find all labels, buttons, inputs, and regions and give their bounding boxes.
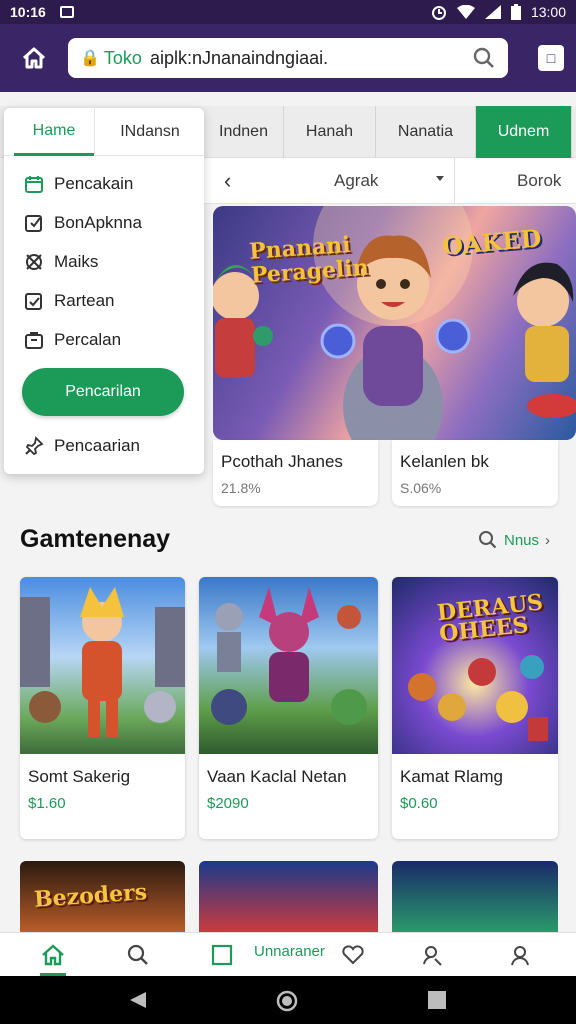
nav-favorites[interactable] [333, 939, 373, 971]
status-bar: 10:16 13:00 [0, 0, 576, 24]
tabs-icon: □ [546, 50, 556, 66]
filter-bar: ‹ Agrak Borok [200, 158, 576, 204]
category-tab[interactable]: Indnen [204, 106, 284, 158]
nav-friends[interactable] [413, 939, 453, 971]
nav-library[interactable] [202, 939, 242, 971]
heart-icon [342, 945, 364, 965]
dropdown-item[interactable]: BonApknna [24, 210, 142, 236]
promo-name: Kelanlen bk [400, 452, 489, 471]
section-more-label: Nnus [504, 531, 540, 549]
bottom-navigation: Unnaraner [0, 932, 576, 977]
game-artwork [20, 577, 185, 754]
caret-down-icon[interactable] [436, 176, 444, 181]
category-tab[interactable]: Nanatia [376, 106, 476, 158]
url-prefix: Toko [103, 47, 142, 68]
user-search-icon [423, 946, 442, 966]
dropdown-item[interactable]: Percalan [24, 327, 121, 353]
tag-icon [26, 254, 42, 270]
game-price: $1.60 [28, 795, 66, 812]
promo-name: Pcothah Jhanes [221, 452, 343, 471]
nav-profile[interactable] [500, 939, 540, 971]
square-icon [211, 944, 233, 966]
nav-search[interactable] [118, 939, 158, 971]
dropdown-tab-active[interactable]: Hame [14, 108, 94, 156]
promo-card[interactable]: Pcothah Jhanes 21.8% [213, 440, 378, 506]
game-artwork: DERAUS OHEES [392, 577, 558, 754]
edit-icon [25, 215, 42, 232]
alarm-icon [431, 6, 446, 20]
dropdown-tab-divider [94, 108, 95, 156]
battery-icon [510, 4, 521, 20]
dropdown-footer-item[interactable]: Pencaarian [24, 433, 140, 459]
dropdown-item[interactable]: Maiks [24, 249, 98, 275]
search-icon [479, 531, 497, 549]
game-card-partial[interactable] [199, 861, 378, 936]
bag-icon [25, 332, 43, 349]
game-name: Kamat Rlamg [400, 767, 503, 786]
game-artwork [199, 577, 378, 754]
game-name: Somt Sakerig [28, 767, 131, 786]
wifi-icon [456, 5, 475, 19]
dropdown-item-label: BonApknna [54, 213, 142, 232]
home-icon [22, 47, 46, 69]
game-name: Vaan Kaclal Netan [207, 767, 347, 786]
game-price: $2090 [207, 795, 249, 812]
game-card-partial[interactable] [392, 861, 558, 936]
game-card[interactable]: DERAUS OHEES Kamat Rlamg $0.60 [392, 577, 558, 839]
dropdown-item-label: Pencakain [54, 174, 134, 193]
section-more-link[interactable]: Nnus › [478, 530, 550, 550]
notification-icon [59, 6, 74, 18]
filter-divider [454, 158, 455, 204]
pin-icon [25, 436, 44, 456]
tabs-button[interactable]: □ [538, 45, 564, 71]
lock-icon: 🔒 [80, 50, 100, 67]
home-icon [42, 944, 64, 966]
back-icon[interactable] [128, 990, 148, 1010]
home-button[interactable] [12, 36, 56, 80]
dropdown-menu: Hame INdansn Pencakain BonApknna Maiks R… [4, 108, 204, 474]
profile-icon [511, 946, 529, 966]
dropdown-item-label: Percalan [54, 330, 122, 349]
dropdown-tab[interactable]: INdansn [96, 108, 204, 156]
game-price: $0.60 [400, 795, 438, 812]
status-time: 10:16 [10, 4, 46, 20]
game-art-title: Bezoders [33, 879, 148, 913]
address-bar[interactable]: 🔒 Toko aiplk:nJnanaindngiaai. [68, 38, 508, 78]
system-navigation [0, 976, 576, 1024]
promo-meta: S.06% [400, 480, 442, 496]
game-card[interactable]: Somt Sakerig $1.60 [20, 577, 185, 839]
status-time-right: 13:00 [530, 4, 566, 20]
search-icon[interactable] [472, 46, 496, 70]
filter-right-button[interactable]: Borok [517, 171, 561, 191]
category-tab-active[interactable]: Udnem [476, 106, 572, 158]
nav-home[interactable] [33, 939, 73, 971]
chevron-right-icon: › [545, 531, 551, 549]
home-circle-icon[interactable] [276, 990, 298, 1012]
browser-toolbar: 🔒 Toko aiplk:nJnanaindngiaai. □ [0, 24, 576, 92]
dropdown-primary-button[interactable]: Pencarilan [22, 368, 184, 416]
dropdown-item-label: Rartean [54, 291, 115, 310]
recents-icon[interactable] [427, 990, 447, 1010]
section-title: Gamtenenay [20, 525, 171, 553]
signal-icon [484, 5, 501, 19]
game-card[interactable]: Vaan Kaclal Netan $2090 [199, 577, 378, 839]
dropdown-tabs: Hame INdansn [4, 108, 204, 156]
dropdown-footer-label: Pencaarian [54, 436, 141, 455]
nav-active-label[interactable]: Unnaraner [254, 943, 325, 960]
hero-title-left: Pnanani Peragelin [248, 231, 370, 289]
search-icon [127, 944, 148, 965]
category-tab[interactable]: Hanah [284, 106, 376, 158]
calendar-icon [25, 176, 43, 193]
sort-dropdown[interactable]: Agrak [334, 171, 378, 191]
dropdown-item[interactable]: Pencakain [24, 171, 133, 197]
promo-card[interactable]: Kelanlen bk S.06% [392, 440, 558, 506]
dropdown-item[interactable]: Rartean [24, 288, 114, 314]
promo-meta: 21.8% [221, 480, 261, 496]
chevron-left-icon[interactable]: ‹ [224, 168, 231, 194]
checkbox-icon [25, 293, 42, 310]
url-text: aiplk:nJnanaindngiaai. [149, 47, 329, 68]
hero-title-right: OAKED [440, 223, 543, 261]
game-card-partial[interactable]: Bezoders [20, 861, 185, 936]
dropdown-item-label: Maiks [54, 252, 99, 271]
